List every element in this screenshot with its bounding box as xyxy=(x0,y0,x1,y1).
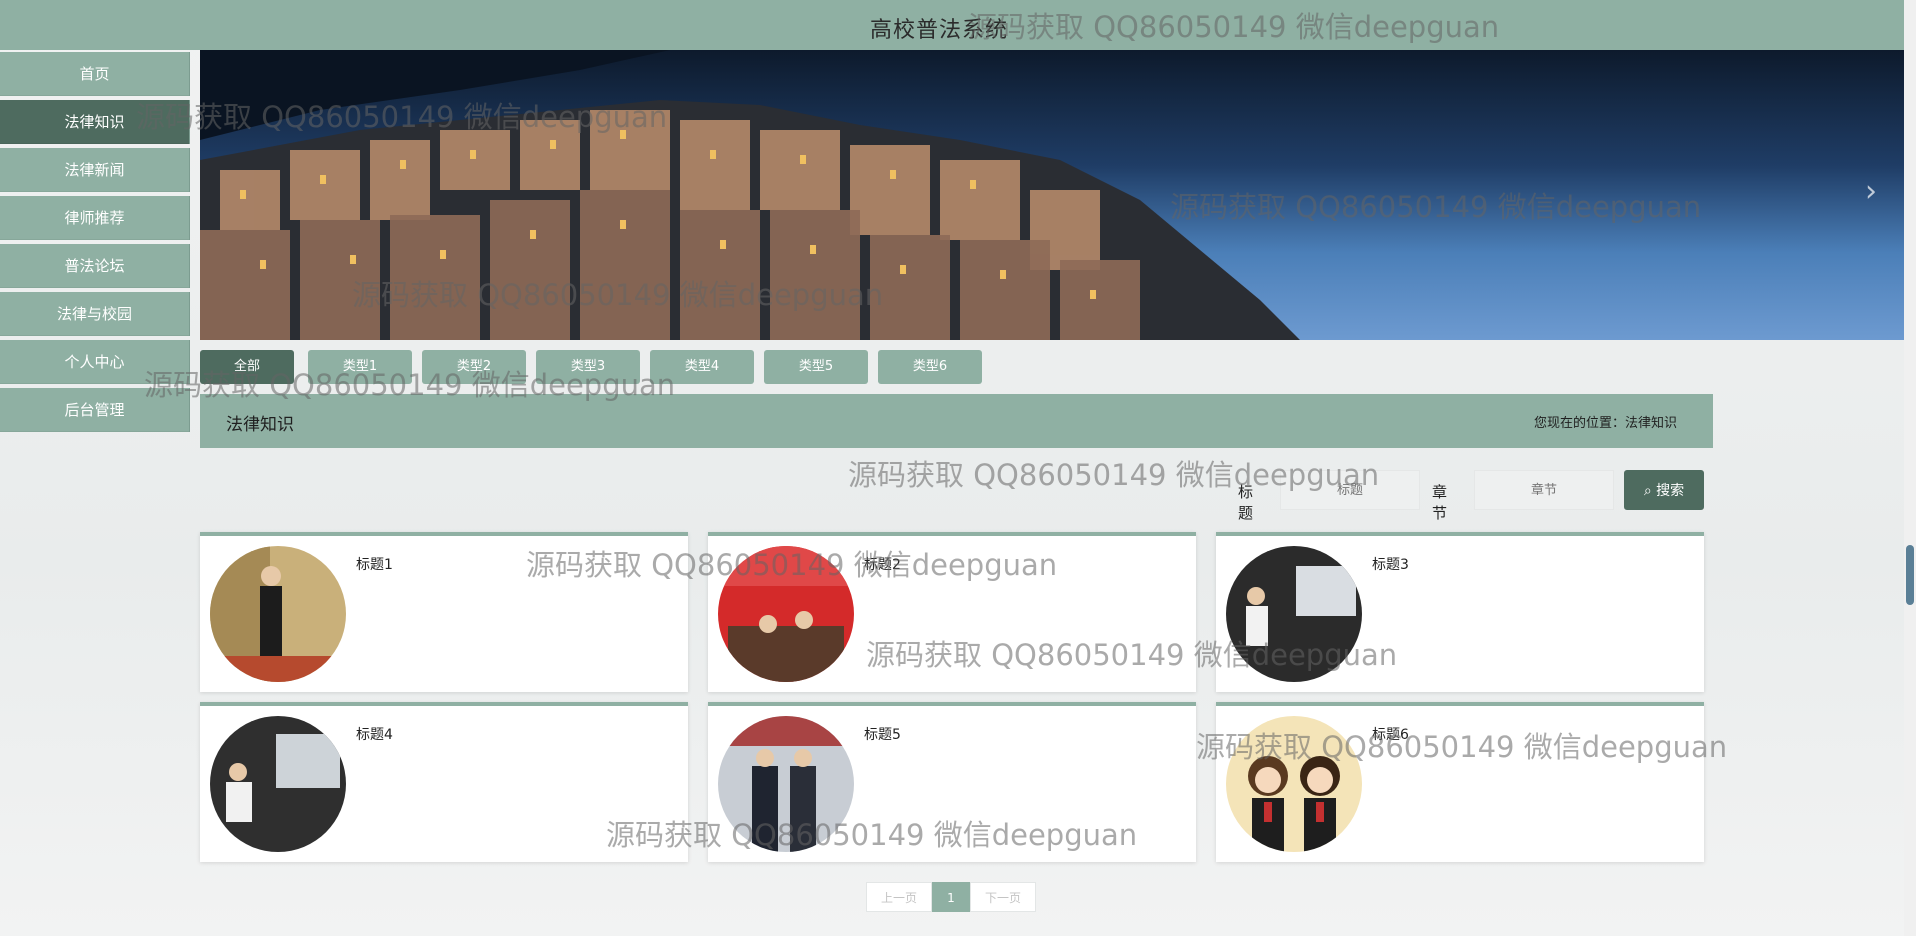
card-title: 标题6 xyxy=(1372,727,1409,743)
search-icon: ⌕ xyxy=(1643,483,1652,499)
knowledge-card[interactable]: 标题2 xyxy=(708,532,1196,692)
nav-item-lawyer-recommend[interactable]: 律师推荐 xyxy=(0,196,190,240)
card-title: 标题4 xyxy=(356,727,393,743)
chevron-right-icon[interactable]: › xyxy=(1854,175,1888,209)
top-header: 高校普法系统 xyxy=(0,0,1916,50)
card-image xyxy=(1226,546,1362,682)
nav-item-admin[interactable]: 后台管理 xyxy=(0,388,190,432)
chapter-search-input[interactable] xyxy=(1474,470,1614,510)
tab-type-6[interactable]: 类型6 xyxy=(878,350,982,384)
site-title: 高校普法系统 xyxy=(870,18,1009,43)
nav-item-legal-knowledge[interactable]: 法律知识 xyxy=(0,100,190,144)
nav-item-user-center[interactable]: 个人中心 xyxy=(0,340,190,384)
nav-item-legal-news[interactable]: 法律新闻 xyxy=(0,148,190,192)
card-image xyxy=(210,716,346,852)
breadcrumb: 您现在的位置：法律知识 xyxy=(1534,412,1677,431)
card-title: 标题3 xyxy=(1372,557,1409,573)
knowledge-card[interactable]: 标题4 xyxy=(200,702,688,862)
page-scrollbar[interactable] xyxy=(1904,0,1916,936)
banner-carousel: › xyxy=(200,50,1906,340)
scrollbar-thumb[interactable] xyxy=(1906,545,1914,605)
tab-type-5[interactable]: 类型5 xyxy=(764,350,868,384)
prev-page-button[interactable]: 上一页 xyxy=(866,882,932,912)
tab-all[interactable]: 全部 xyxy=(200,350,294,384)
search-button-label: 搜索 xyxy=(1656,483,1685,499)
knowledge-card[interactable]: 标题6 xyxy=(1216,702,1704,862)
card-image xyxy=(718,546,854,682)
card-image xyxy=(718,716,854,852)
page-button-current[interactable]: 1 xyxy=(932,882,970,912)
chapter-label: 章节 xyxy=(1432,483,1448,522)
section-header: 法律知识 您现在的位置：法律知识 xyxy=(200,394,1713,448)
nav-item-forum[interactable]: 普法论坛 xyxy=(0,244,190,288)
card-title: 标题1 xyxy=(356,557,393,573)
breadcrumb-prefix: 您现在的位置： xyxy=(1533,416,1625,431)
title-label: 标题 xyxy=(1238,483,1254,522)
tab-type-4[interactable]: 类型4 xyxy=(650,350,754,384)
tab-type-1[interactable]: 类型1 xyxy=(308,350,412,384)
title-search-input[interactable] xyxy=(1280,470,1420,510)
knowledge-card[interactable]: 标题5 xyxy=(708,702,1196,862)
card-image xyxy=(1226,716,1362,852)
knowledge-card[interactable]: 标题3 xyxy=(1216,532,1704,692)
search-button[interactable]: ⌕ 搜索 xyxy=(1624,470,1704,510)
next-page-button[interactable]: 下一页 xyxy=(970,882,1036,912)
banner-image xyxy=(200,50,1300,340)
tab-type-2[interactable]: 类型2 xyxy=(422,350,526,384)
knowledge-card[interactable]: 标题1 xyxy=(200,532,688,692)
side-navigation: 首页 法律知识 法律新闻 律师推荐 普法论坛 法律与校园 个人中心 后台管理 xyxy=(0,52,190,436)
nav-item-law-campus[interactable]: 法律与校园 xyxy=(0,292,190,336)
card-image xyxy=(210,546,346,682)
card-title: 标题5 xyxy=(864,727,901,743)
card-title: 标题2 xyxy=(864,557,901,573)
tab-type-3[interactable]: 类型3 xyxy=(536,350,640,384)
breadcrumb-current[interactable]: 法律知识 xyxy=(1625,416,1677,431)
nav-item-home[interactable]: 首页 xyxy=(0,52,190,96)
section-title: 法律知识 xyxy=(226,415,294,435)
